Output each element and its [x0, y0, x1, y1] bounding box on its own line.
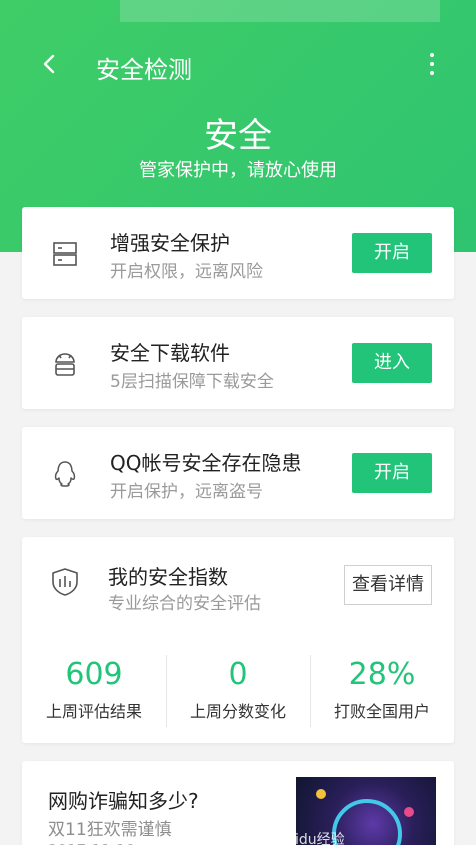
security-status: 安全 — [204, 116, 272, 156]
enhance-protection-card: 增强安全保护 开启权限，远离风险 开启 — [22, 207, 454, 299]
more-options-icon[interactable] — [422, 50, 442, 78]
news-card[interactable]: 网购诈骗知多少? 双11狂欢需谨慎 2017-11-10 Baidu经验 jin… — [22, 761, 454, 845]
card-subtitle: 开启权限，远离风险 — [110, 262, 263, 282]
security-status-subtitle: 管家保护中，请放心使用 — [139, 160, 337, 181]
status-bar — [0, 0, 476, 26]
qq-icon — [50, 459, 80, 489]
stat-value: 609 — [65, 657, 123, 692]
android-icon — [50, 349, 80, 379]
stat-value: 28% — [348, 657, 416, 692]
page-title: 安全检测 — [96, 56, 192, 84]
enable-qq-protection-button[interactable]: 开启 — [352, 453, 432, 493]
stat-beat-users: 28% 打败全国用户 — [310, 657, 454, 722]
news-subtitle: 双11狂欢需谨慎 — [48, 820, 172, 840]
card-title: 安全下载软件 — [110, 341, 230, 365]
shield-chart-icon — [50, 567, 80, 597]
card-subtitle: 开启保护，远离盗号 — [110, 482, 263, 502]
safe-download-card: 安全下载软件 5层扫描保障下载安全 进入 — [22, 317, 454, 409]
stat-value: 0 — [228, 657, 248, 692]
index-subtitle: 专业综合的安全评估 — [108, 594, 261, 614]
index-title: 我的安全指数 — [108, 565, 228, 589]
stat-label: 上周评估结果 — [45, 702, 142, 721]
security-index-card: 我的安全指数 专业综合的安全评估 查看详情 609 上周评估结果 0 上周分数变… — [22, 537, 454, 743]
stat-label: 打败全国用户 — [333, 702, 430, 721]
watermark: Baidu经验 jingyan.baidu.com — [276, 832, 345, 845]
enter-download-button[interactable]: 进入 — [352, 343, 432, 383]
card-title: QQ帐号安全存在隐患 — [110, 451, 302, 475]
card-title: 增强安全保护 — [110, 231, 230, 255]
thumbnail-dot — [404, 807, 414, 817]
news-title: 网购诈骗知多少? — [48, 789, 199, 813]
news-date: 2017-11-10 — [48, 841, 135, 845]
card-subtitle: 5层扫描保障下载安全 — [110, 372, 274, 392]
status-bar-blur — [120, 0, 440, 22]
back-icon[interactable] — [36, 50, 64, 78]
thumbnail-dot — [316, 789, 326, 799]
news-thumbnail: Baidu经验 jingyan.baidu.com — [277, 777, 436, 845]
stat-last-week-score: 609 上周评估结果 — [22, 657, 166, 722]
stat-score-change: 0 上周分数变化 — [166, 657, 310, 722]
enable-protection-button[interactable]: 开启 — [352, 233, 432, 273]
app-bar: 安全检测 — [0, 40, 476, 90]
view-details-button[interactable]: 查看详情 — [344, 565, 432, 605]
qq-security-card: QQ帐号安全存在隐患 开启保护，远离盗号 开启 — [22, 427, 454, 519]
server-icon — [50, 239, 80, 269]
stat-label: 上周分数变化 — [189, 702, 286, 721]
